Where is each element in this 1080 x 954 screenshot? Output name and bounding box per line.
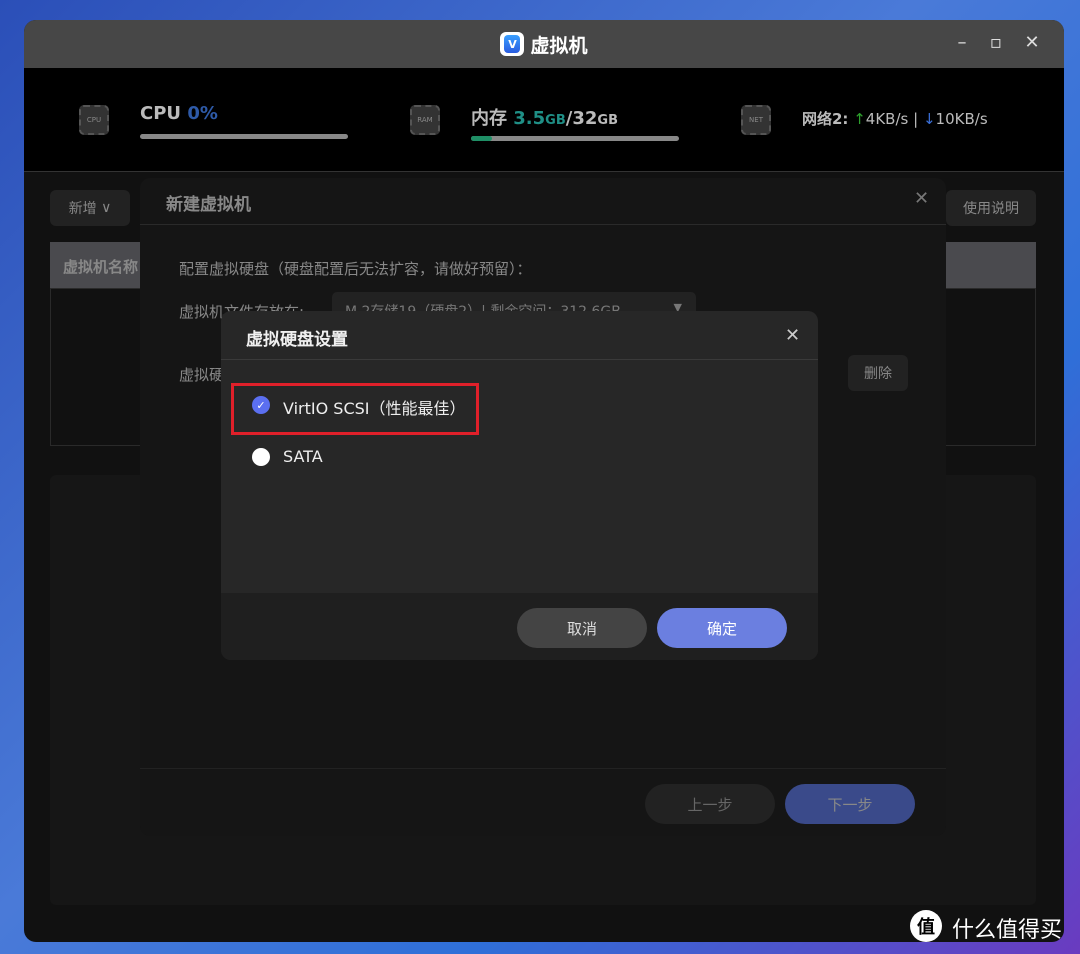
confirm-button[interactable]: 确定 — [657, 608, 787, 648]
wizard-title: 新建虚拟机 — [166, 195, 251, 215]
option-sata[interactable]: SATA — [283, 447, 323, 466]
prev-button[interactable]: 上一步 — [645, 784, 775, 824]
add-dropdown-button[interactable]: 新增 ∨ — [50, 190, 130, 226]
delete-button[interactable]: 删除 — [848, 355, 908, 391]
divider — [140, 224, 946, 225]
help-button[interactable]: 使用说明 — [946, 190, 1036, 226]
cpu-progress — [140, 134, 348, 139]
disk-settings-dialog: 虚拟硬盘设置 ✕ ✓ VirtIO SCSI（性能最佳） SATA 取消 确定 — [221, 311, 818, 660]
memory-progress — [471, 136, 679, 141]
cpu-icon: CPU — [79, 105, 109, 135]
app-logo-icon: V — [500, 32, 525, 56]
network-stat: 网络2: ↑4KB/s | ↓10KB/s — [802, 110, 988, 128]
next-button[interactable]: 下一步 — [785, 784, 915, 824]
watermark-text: 什么值得买 — [952, 918, 1063, 943]
window-title-text: 虚拟机 — [530, 34, 588, 57]
resource-header: CPU CPU 0% RAM 内存 3.5GB/32GB NET 网络2: ↑4… — [24, 68, 1064, 172]
minimize-icon[interactable]: – — [950, 32, 974, 53]
dialog-close-icon[interactable]: ✕ — [785, 325, 800, 346]
cpu-stat: CPU 0% — [140, 103, 218, 124]
cancel-button[interactable]: 取消 — [517, 608, 647, 648]
close-icon[interactable]: ✕ — [1020, 32, 1044, 53]
memory-stat: 内存 3.5GB/32GB — [471, 108, 618, 129]
virtio-radio-checked-icon[interactable]: ✓ — [252, 396, 270, 414]
sata-radio[interactable] — [252, 448, 270, 466]
wizard-close-icon[interactable]: ✕ — [914, 188, 929, 209]
maximize-icon[interactable]: ▫ — [984, 32, 1008, 53]
watermark-logo-icon: 值 — [910, 910, 942, 942]
window-title: V 虚拟机 — [24, 20, 1064, 68]
network-icon: NET — [741, 105, 771, 135]
disk-intro-text: 配置虚拟硬盘（硬盘配置后无法扩容，请做好预留）： — [179, 260, 532, 278]
ram-icon: RAM — [410, 105, 440, 135]
dialog-title: 虚拟硬盘设置 — [246, 330, 348, 350]
option-virtio-scsi[interactable]: VirtIO SCSI（性能最佳） — [283, 395, 466, 419]
